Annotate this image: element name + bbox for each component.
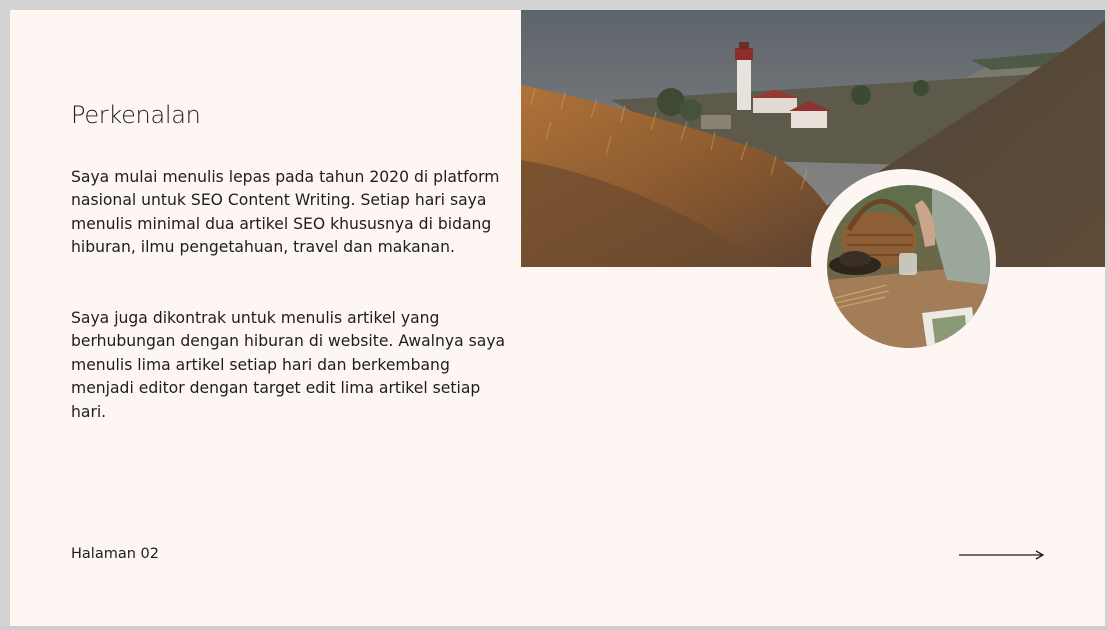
lighthouse-landscape-photo [521,10,1105,267]
page-number-label: Halaman 02 [71,546,159,562]
window-bottom-bar [0,626,1108,630]
slide-title: Perkenalan [71,101,201,129]
slide: Perkenalan Saya mulai menulis lepas pada… [10,10,1105,626]
picnic-photo [827,185,990,348]
intro-paragraph-1: Saya mulai menulis lepas pada tahun 2020… [71,168,500,257]
arrow-right-icon[interactable] [958,548,1046,562]
intro-paragraph-2: Saya juga dikontrak untuk menulis artike… [71,309,506,421]
